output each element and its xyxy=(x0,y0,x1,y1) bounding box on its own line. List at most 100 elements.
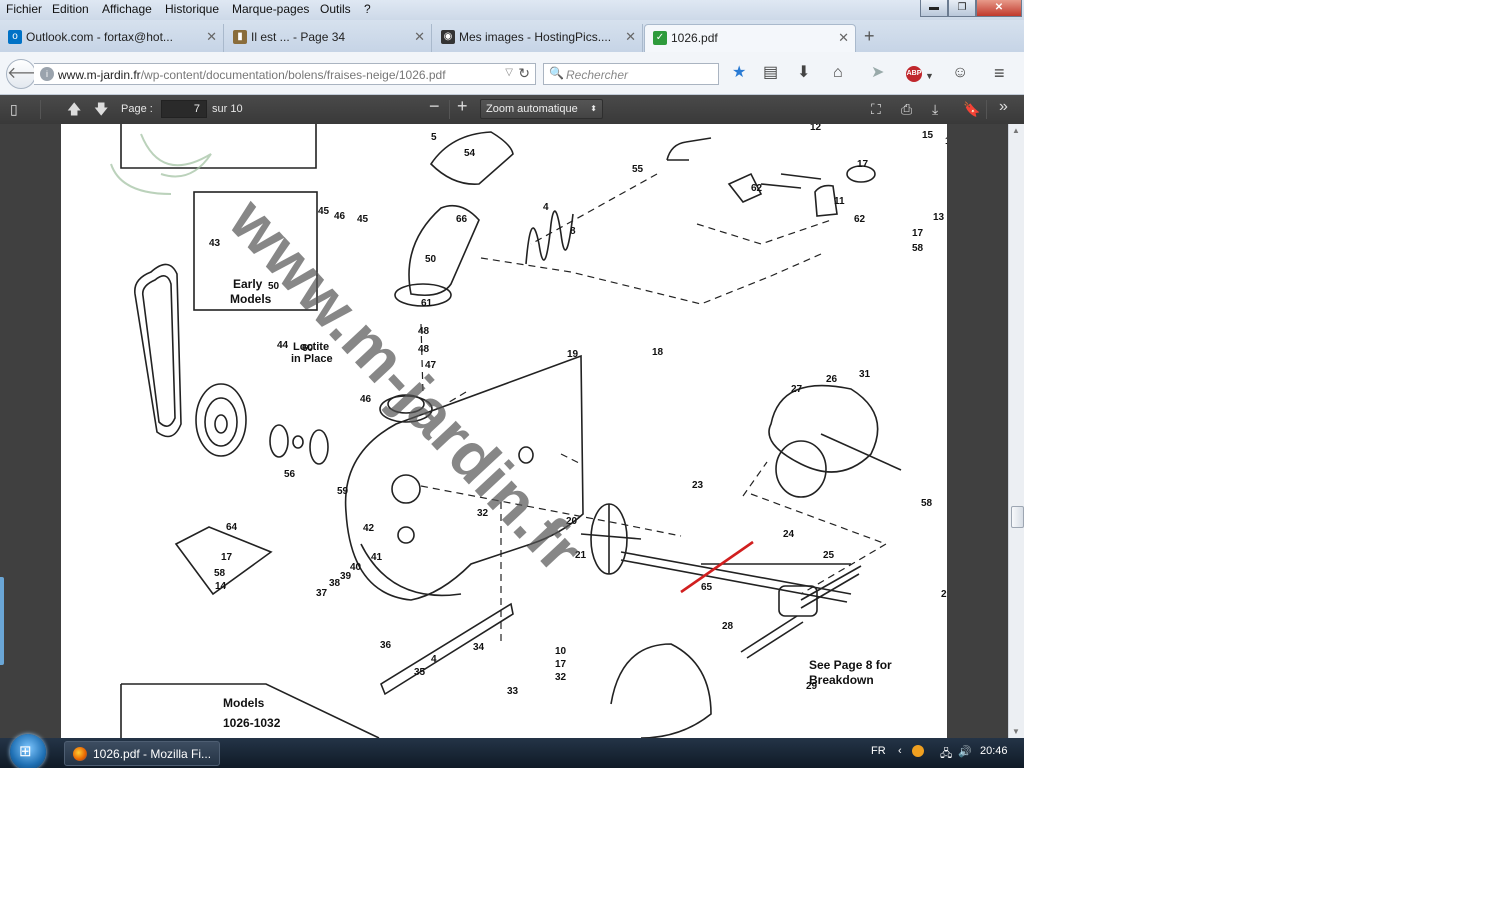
inset-label: Models xyxy=(230,292,272,306)
new-tab-button[interactable]: + xyxy=(864,26,875,47)
outlook-icon: o xyxy=(8,30,22,44)
menu-outils[interactable]: Outils xyxy=(320,2,351,16)
clock[interactable]: 20:46 xyxy=(980,745,1008,757)
reload-icon[interactable]: ↻ xyxy=(518,65,530,82)
part-number: 61 xyxy=(421,298,433,309)
tab-label: Outlook.com - fortax@hot... xyxy=(26,30,173,44)
zoom-in-icon[interactable]: + xyxy=(457,97,468,115)
volume-icon[interactable]: 🔊 xyxy=(958,745,972,758)
zoom-select[interactable]: Zoom automatique ⬍ xyxy=(480,99,603,119)
part-number: 45 xyxy=(318,206,330,217)
part-number: 32 xyxy=(555,672,567,683)
tab-hostingpics[interactable]: ◉ Mes images - HostingPics.... ✕ xyxy=(433,24,643,52)
separator xyxy=(40,100,41,119)
menu-historique[interactable]: Historique xyxy=(165,2,219,16)
menu-marque-pages[interactable]: Marque-pages xyxy=(232,2,309,16)
part-number: 28 xyxy=(722,621,734,632)
part-number: 45 xyxy=(357,214,369,225)
home-icon[interactable]: ⌂ xyxy=(833,64,843,82)
models-label: Models xyxy=(223,696,265,710)
browser-window: Fichier Edition Affichage Historique Mar… xyxy=(0,0,1024,768)
taskbar: ⊞ 1026.pdf - Mozilla Fi... FR ‹ 🖧 🔊 20:4… xyxy=(0,734,1024,768)
adblock-icon[interactable]: ABP xyxy=(906,66,922,82)
menu-fichier[interactable]: Fichier xyxy=(6,2,42,16)
start-button[interactable]: ⊞ xyxy=(10,734,46,768)
tab-il-est[interactable]: ▮ Il est ... - Page 34 ✕ xyxy=(225,24,432,52)
network-icon[interactable]: 🖧 xyxy=(940,745,952,764)
download-pdf-icon[interactable]: ⤓ xyxy=(932,101,938,117)
part-number: 8 xyxy=(570,226,576,237)
site-info-icon[interactable]: i xyxy=(40,67,54,81)
search-input[interactable]: 🔍 Rechercher xyxy=(543,63,719,85)
tools-more-icon[interactable]: » xyxy=(999,99,1008,115)
close-tab-icon[interactable]: ✕ xyxy=(625,24,636,50)
minimize-button[interactable]: ▬ xyxy=(920,0,948,17)
close-window-button[interactable]: ✕ xyxy=(976,0,1022,17)
loctite-note: in Place xyxy=(291,353,333,365)
part-number: 14 xyxy=(215,581,227,592)
previous-page-icon[interactable]: 🡅 xyxy=(67,101,81,117)
scroll-up-icon[interactable]: ▲ xyxy=(1012,126,1020,135)
navigation-bar: 🡐 i www.m-jardin.fr/wp-content/documenta… xyxy=(0,52,1024,95)
part-number: 24 xyxy=(783,529,795,540)
part-number: 29 xyxy=(806,681,818,692)
back-button[interactable]: 🡐 xyxy=(6,59,50,89)
menu-edition[interactable]: Edition xyxy=(52,2,89,16)
part-number: 26 xyxy=(826,374,838,385)
tray-app-icon[interactable] xyxy=(912,745,924,757)
search-placeholder: Rechercher xyxy=(566,68,629,82)
part-number: 4 xyxy=(431,654,437,665)
url-dropdown-icon[interactable]: ▽ xyxy=(505,67,513,78)
reading-list-icon[interactable]: ▤ xyxy=(763,64,778,82)
side-panel-handle[interactable] xyxy=(0,577,4,665)
chevron-down-icon[interactable]: ▼ xyxy=(925,67,934,85)
pdf-site-icon: ✓ xyxy=(653,31,667,45)
part-number: 58 xyxy=(214,568,226,579)
bookmark-star-icon[interactable]: ★ xyxy=(732,64,746,82)
part-number: 5 xyxy=(431,132,437,143)
part-number: 56 xyxy=(284,469,296,480)
part-number: 46 xyxy=(334,211,346,222)
maximize-button[interactable]: ❐ xyxy=(948,0,976,17)
fullscreen-icon[interactable]: ⛶ xyxy=(871,101,881,117)
language-indicator[interactable]: FR xyxy=(871,745,886,757)
part-number: 17 xyxy=(912,228,924,239)
tab-outlook[interactable]: o Outlook.com - fortax@hot... ✕ xyxy=(0,24,224,52)
camera-icon: ◉ xyxy=(441,30,455,44)
part-number: 60 xyxy=(302,343,314,354)
pdf-viewer[interactable]: Early Models Loctite in Place See Page 8… xyxy=(0,124,1008,738)
menu-help[interactable]: ? xyxy=(364,2,371,16)
scroll-down-icon[interactable]: ▼ xyxy=(1012,727,1020,736)
taskbar-firefox-button[interactable]: 1026.pdf - Mozilla Fi... xyxy=(64,741,220,766)
part-number: 34 xyxy=(473,642,485,653)
tab-1026-pdf[interactable]: ✓ 1026.pdf ✕ xyxy=(644,24,856,52)
scrollbar-thumb[interactable] xyxy=(1011,506,1024,528)
vertical-scrollbar[interactable]: ▲ ▼ xyxy=(1008,124,1024,738)
send-icon[interactable]: ➤ xyxy=(871,64,884,82)
close-tab-icon[interactable]: ✕ xyxy=(206,24,217,50)
page-total: sur 10 xyxy=(212,103,243,115)
part-number: 16 xyxy=(945,136,947,147)
close-tab-icon[interactable]: ✕ xyxy=(414,24,425,50)
menu-affichage[interactable]: Affichage xyxy=(102,2,152,16)
part-number: 13 xyxy=(933,212,945,223)
page-number-input[interactable]: 7 xyxy=(161,100,207,118)
part-number: 25 xyxy=(823,550,835,561)
parts-diagram: Early Models Loctite in Place See Page 8… xyxy=(110,124,947,738)
url-bar[interactable]: i www.m-jardin.fr/wp-content/documentati… xyxy=(34,63,536,85)
hamburger-menu-icon[interactable]: ≡ xyxy=(994,64,1005,82)
show-hidden-icons-icon[interactable]: ‹ xyxy=(898,745,902,757)
zoom-out-icon[interactable]: − xyxy=(429,97,440,115)
print-icon[interactable]: ⎙ xyxy=(901,101,912,117)
part-number: 42 xyxy=(363,523,375,534)
download-icon[interactable]: ⬇ xyxy=(797,64,810,82)
close-tab-icon[interactable]: ✕ xyxy=(838,25,849,51)
part-number: 29 xyxy=(941,589,947,600)
next-page-icon[interactable]: 🡇 xyxy=(94,101,108,117)
bookmark-icon[interactable]: 🔖 xyxy=(963,101,980,117)
chat-icon[interactable]: ☺ xyxy=(952,64,968,82)
tab-label: Mes images - HostingPics.... xyxy=(459,30,612,44)
part-number: 50 xyxy=(425,254,437,265)
part-number: 64 xyxy=(226,522,238,533)
sidebar-toggle-icon[interactable]: ▯ xyxy=(10,101,18,117)
